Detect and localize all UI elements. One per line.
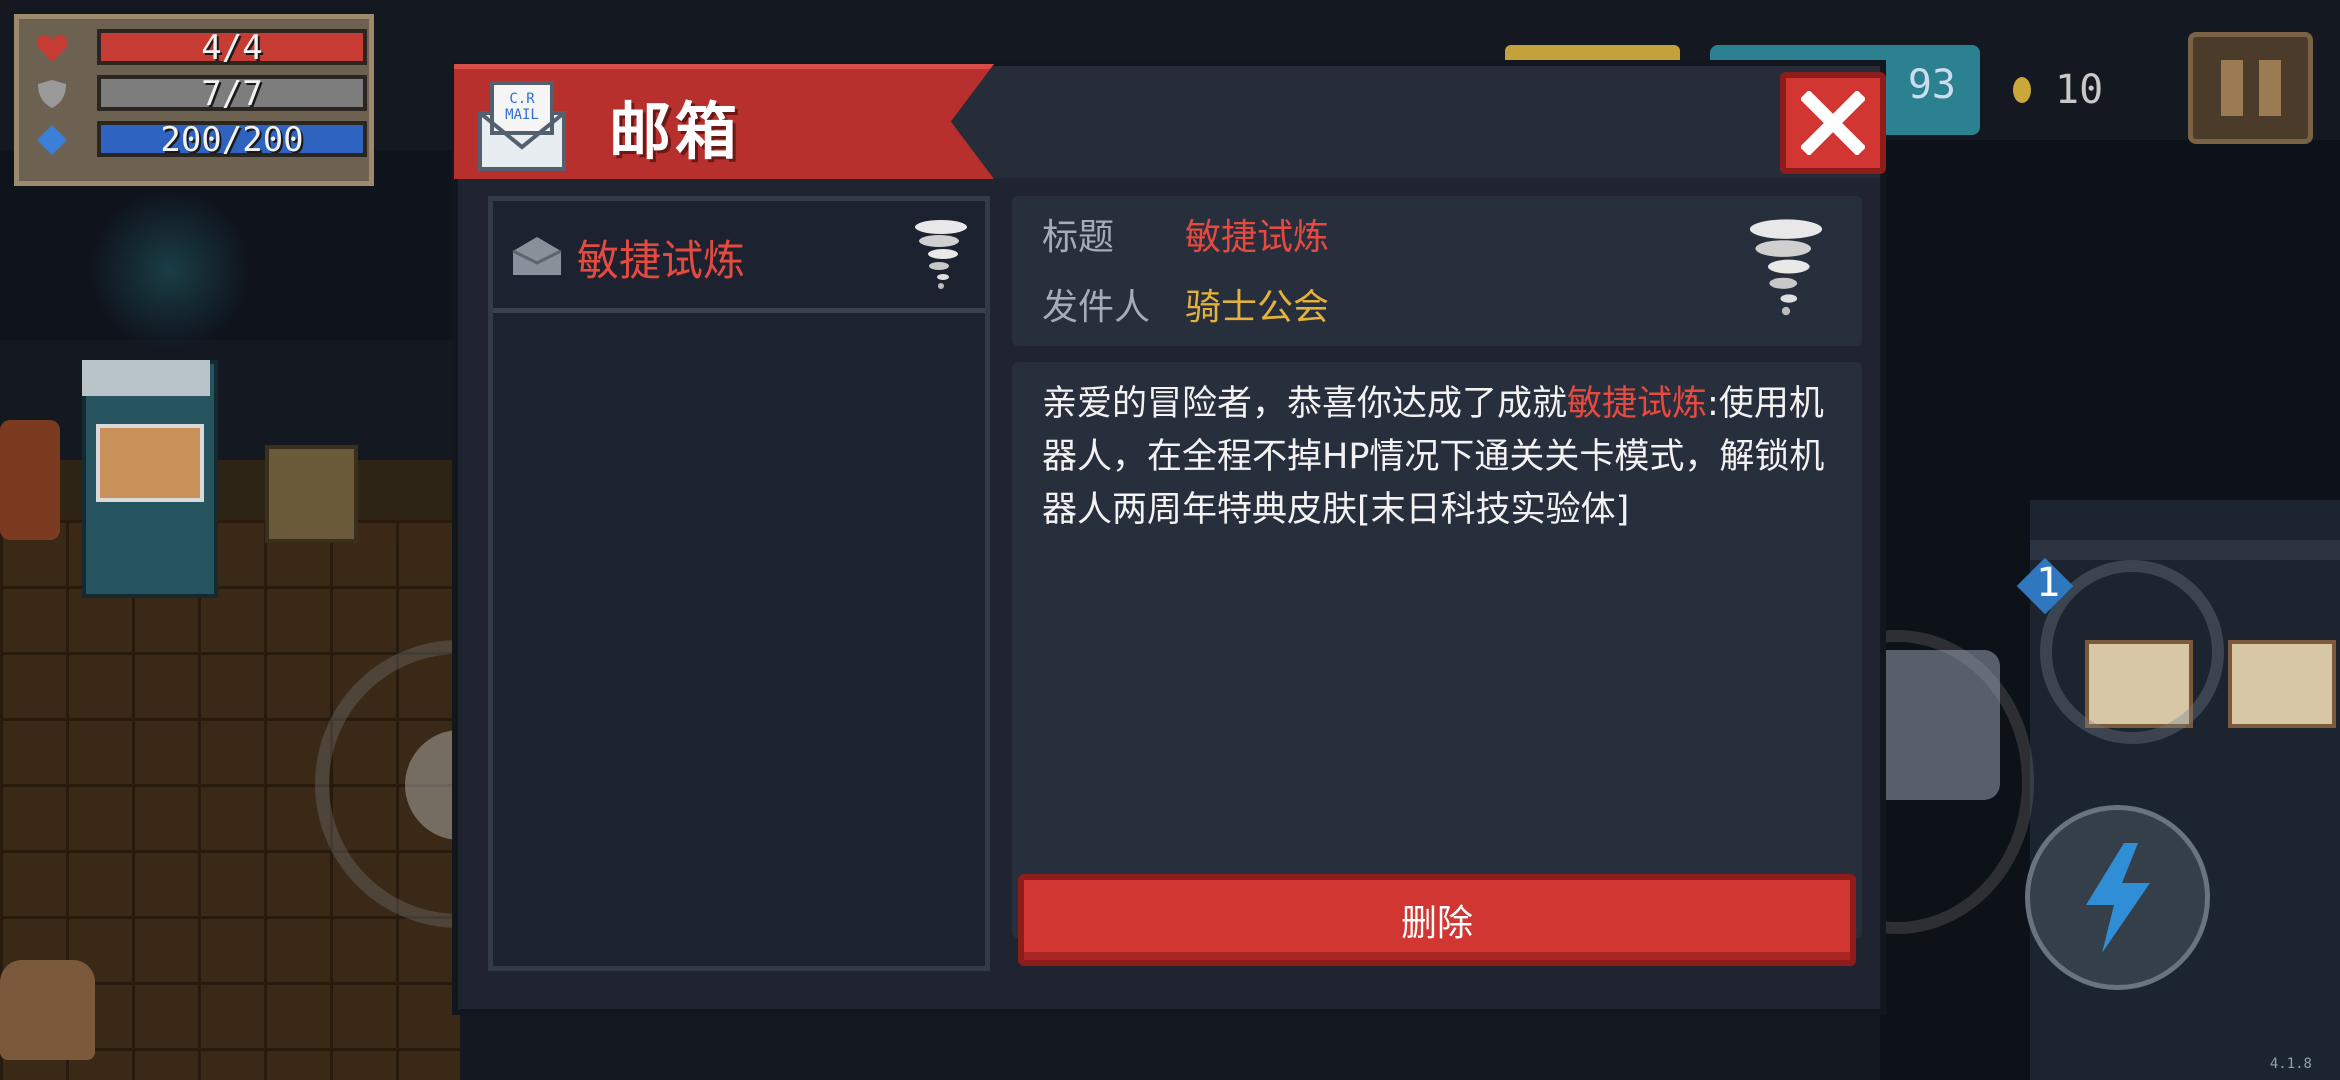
opened-mail-icon: [512, 237, 562, 275]
pet-character: [0, 960, 95, 1060]
mail-detail-header: 标题 敏捷试炼 发件人 骑士公会: [1012, 196, 1862, 346]
pause-icon: [2220, 60, 2243, 116]
svg-text:C.R: C.R: [509, 91, 535, 107]
body-text-prefix: 亲爱的冒险者，恭喜你达成了成就: [1042, 384, 1568, 424]
armor-row: 7/7: [31, 73, 367, 113]
shield-icon: [38, 80, 66, 108]
lightning-icon: [2085, 842, 2150, 953]
armor-value: 7/7: [97, 75, 367, 111]
pause-button[interactable]: [2188, 32, 2313, 144]
mail-body: 亲爱的冒险者，恭喜你达成了成就敏捷试炼:使用机器人，在全程不掉HP情况下通关关卡…: [1012, 362, 1862, 938]
mail-list: 敏捷试炼: [488, 196, 990, 971]
delete-button[interactable]: 删除: [1018, 874, 1856, 966]
treasure-chest: [265, 445, 358, 543]
mailbox-title: 邮箱: [609, 95, 742, 168]
mailbox-header: C.R MAIL 邮箱: [454, 64, 994, 179]
sender-value: 骑士公会: [1185, 287, 1330, 328]
mail-item-title: 敏捷试炼: [577, 236, 746, 285]
hp-row: 4/4: [31, 27, 367, 67]
player-stats-panel: 4/4 7/7 200/200: [14, 14, 374, 186]
skill-button[interactable]: [2025, 805, 2210, 990]
gacha-machine: [82, 360, 218, 598]
heart-icon: [36, 35, 68, 62]
energy-crystal-icon: [37, 125, 67, 155]
mail-body-text: 亲爱的冒险者，恭喜你达成了成就敏捷试炼:使用机器人，在全程不掉HP情况下通关关卡…: [1042, 378, 1832, 537]
coin-counter: 10: [1995, 50, 2165, 130]
subject-value: 敏捷试炼: [1185, 217, 1330, 258]
energy-value: 200/200: [97, 121, 367, 157]
light-glow: [90, 190, 250, 350]
mail-envelope-icon: C.R MAIL: [478, 81, 566, 171]
npc-character: [0, 420, 60, 540]
tornado-icon: [1749, 219, 1823, 316]
energy-row: 200/200: [31, 119, 367, 159]
svg-text:MAIL: MAIL: [505, 107, 539, 123]
skill-level: 1: [2036, 560, 2061, 606]
subject-label: 标题: [1042, 217, 1115, 258]
hp-value: 4/4: [97, 29, 367, 65]
coin-icon: [2013, 77, 2031, 103]
tornado-icon: [915, 220, 967, 289]
notice-board: [2228, 640, 2336, 728]
close-icon: [1801, 91, 1865, 155]
mail-list-item[interactable]: 敏捷试炼: [493, 201, 985, 313]
player-robot: [1870, 650, 2000, 800]
close-button[interactable]: [1780, 72, 1886, 174]
version-label: 4.1.8: [2269, 1056, 2312, 1072]
coin-value: 10: [2055, 67, 2104, 113]
sender-label: 发件人: [1042, 287, 1151, 328]
mailbox-dialog: C.R MAIL 邮箱 敏捷试炼 标题 敏捷试炼 发件人 骑士公会 亲爱的冒险者…: [452, 60, 1886, 1015]
body-text-highlight: 敏捷试炼: [1567, 384, 1708, 424]
